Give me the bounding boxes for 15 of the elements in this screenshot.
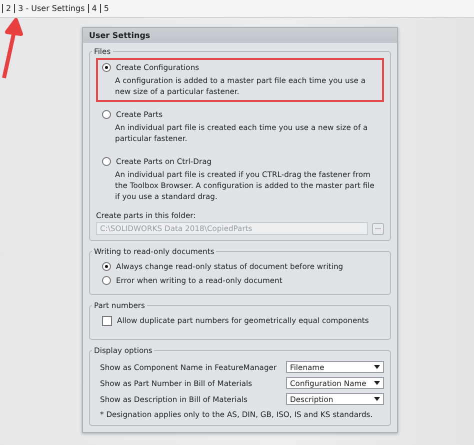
breadcrumb-step[interactable]: 3 - User Settings bbox=[14, 4, 88, 13]
dialog-title: User Settings bbox=[83, 28, 397, 43]
radio-button[interactable] bbox=[102, 276, 111, 285]
dots-icon bbox=[375, 227, 381, 230]
radio-button[interactable] bbox=[102, 110, 111, 119]
radio-button[interactable] bbox=[102, 262, 111, 271]
caret-icon bbox=[374, 365, 380, 369]
radio-button[interactable] bbox=[102, 157, 111, 166]
breadcrumb-step[interactable]: 2 bbox=[2, 4, 14, 13]
breadcrumb-step[interactable]: 4 bbox=[88, 4, 100, 13]
breadcrumb-step[interactable]: 5 bbox=[100, 4, 112, 13]
caret-icon bbox=[374, 381, 380, 385]
radio-button[interactable] bbox=[102, 63, 111, 72]
caret-icon bbox=[374, 397, 380, 401]
checkbox[interactable] bbox=[102, 316, 112, 326]
